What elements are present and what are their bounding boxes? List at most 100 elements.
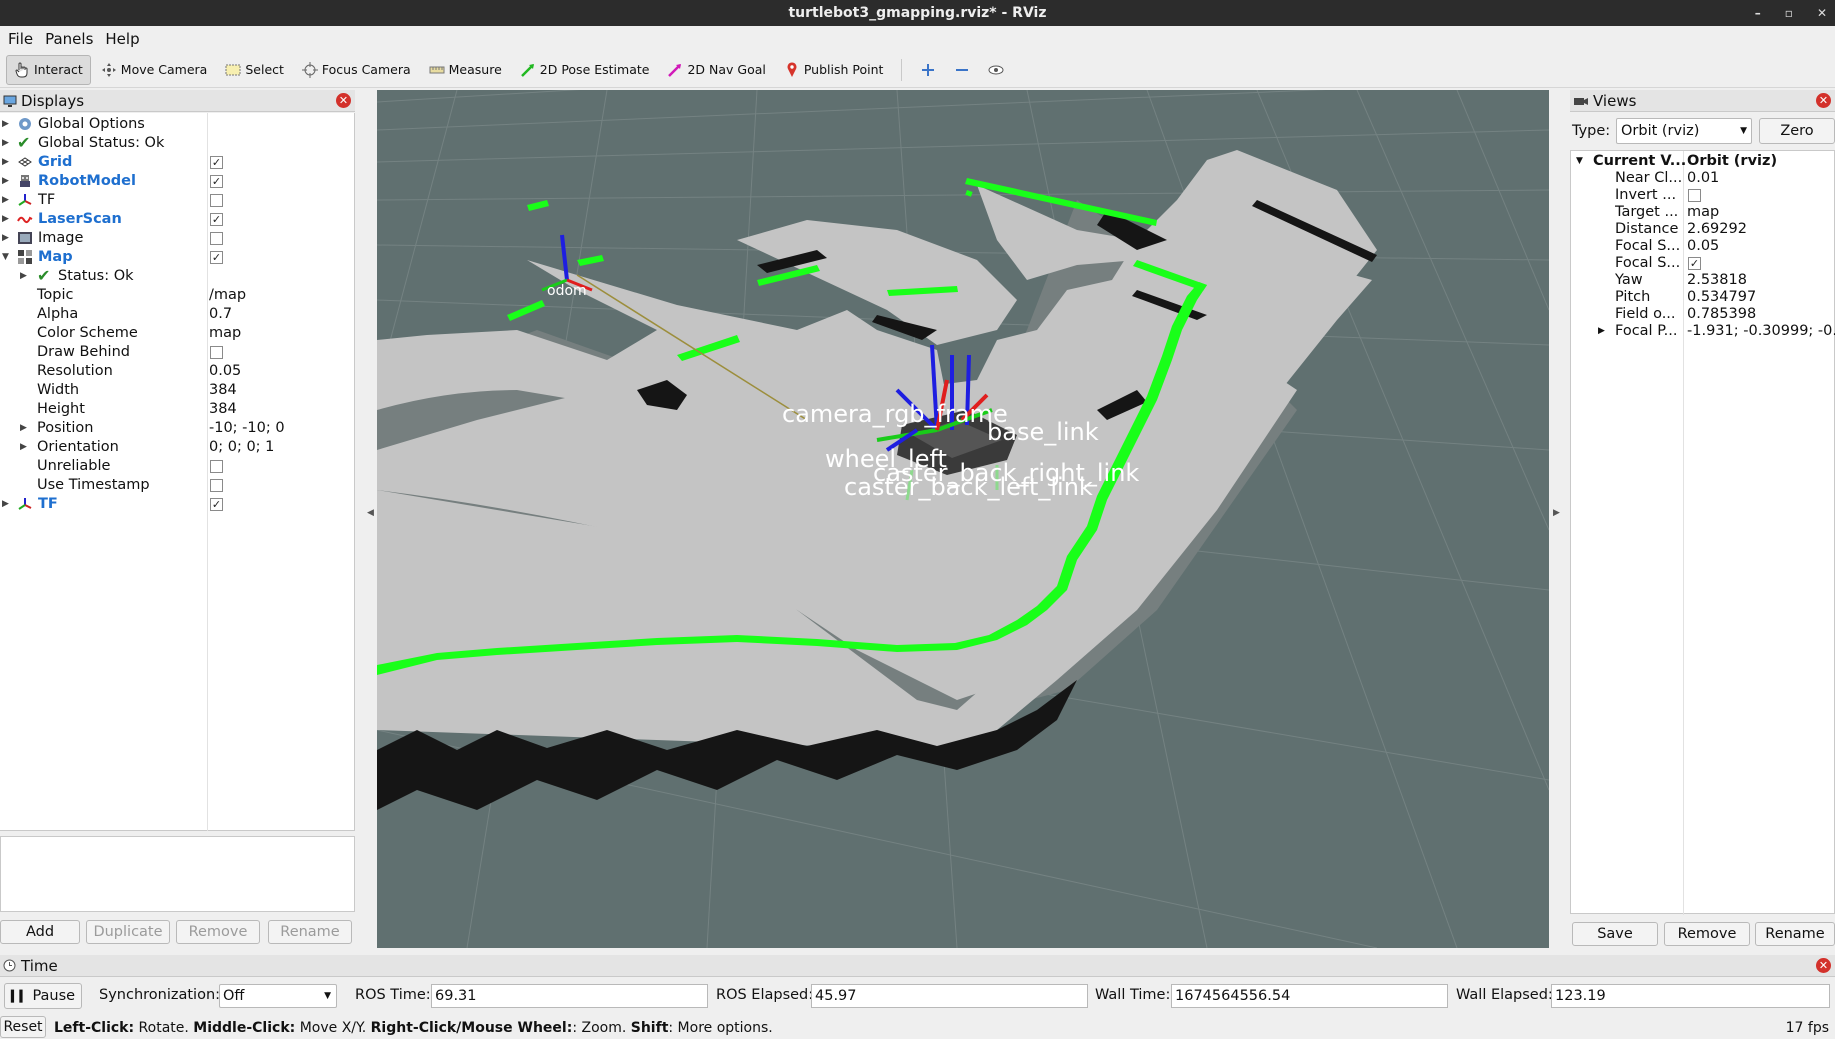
expand-arrow-icon[interactable]: ▶ <box>2 495 9 514</box>
move-camera-tool-button[interactable]: Move Camera <box>93 55 216 85</box>
minimize-icon[interactable]: – <box>1755 0 1761 26</box>
close-displays-icon[interactable]: ✕ <box>336 93 351 108</box>
close-window-icon[interactable]: ✕ <box>1817 0 1827 26</box>
property-value[interactable]: 0.05 <box>209 362 241 381</box>
expand-arrow-icon[interactable]: ▶ <box>2 191 9 210</box>
remove-view-button[interactable]: Remove <box>1664 922 1750 946</box>
view-type-select[interactable]: Orbit (rviz) ▼ <box>1616 118 1752 144</box>
map-row-alpha[interactable]: Alpha 0.7 <box>0 305 355 324</box>
display-row-global-status[interactable]: ▶ ✔ Global Status: Ok <box>0 134 355 153</box>
select-tool-button[interactable]: Select <box>217 55 292 85</box>
sync-select[interactable]: Off ▼ <box>219 984 337 1008</box>
tool-properties-button[interactable] <box>980 55 1012 85</box>
scene-canvas[interactable]: odom camera_rgb_frame base_link wheel_le… <box>376 29 1550 949</box>
collapse-left-icon[interactable]: ◀ <box>367 508 374 518</box>
left-splitter[interactable]: ◀ <box>357 90 377 948</box>
view-row-focal-shape-fixed[interactable]: Focal S... ✓ <box>1571 255 1835 272</box>
close-views-icon[interactable]: ✕ <box>1816 93 1831 108</box>
display-row-map[interactable]: ▼ Map ✓ <box>0 248 355 267</box>
duplicate-display-button[interactable]: Duplicate <box>86 920 170 944</box>
ros-time-field[interactable]: 69.31 <box>431 984 708 1008</box>
enable-checkbox[interactable]: ✓ <box>210 213 223 226</box>
map-row-resolution[interactable]: Resolution 0.05 <box>0 362 355 381</box>
property-value[interactable]: 384 <box>209 400 237 419</box>
zero-view-button[interactable]: Zero <box>1759 118 1835 144</box>
property-value[interactable]: 0.7 <box>209 305 232 324</box>
view-row-near-clip[interactable]: Near Cl... 0.01 <box>1571 170 1835 187</box>
enable-checkbox[interactable]: ✓ <box>210 498 223 511</box>
pause-button[interactable]: ▍▍ Pause <box>4 983 82 1009</box>
enable-checkbox[interactable]: ✓ <box>210 251 223 264</box>
pose-estimate-tool-button[interactable]: 2D Pose Estimate <box>512 55 658 85</box>
menu-panels[interactable]: Panels <box>39 30 99 48</box>
remove-tool-button[interactable] <box>946 55 978 85</box>
add-display-button[interactable]: Add <box>0 920 80 944</box>
map-row-width[interactable]: Width 384 <box>0 381 355 400</box>
expand-arrow-icon[interactable]: ▶ <box>2 229 9 248</box>
enable-checkbox[interactable]: ✓ <box>210 156 223 169</box>
collapse-arrow-icon[interactable]: ▼ <box>1576 153 1583 170</box>
focus-camera-tool-button[interactable]: Focus Camera <box>294 55 419 85</box>
map-row-color-scheme[interactable]: Color Scheme map <box>0 324 355 343</box>
property-value[interactable]: -1.931; -0.30999; -0.... <box>1687 323 1835 340</box>
view-row-yaw[interactable]: Yaw 2.53818 <box>1571 272 1835 289</box>
expand-arrow-icon[interactable]: ▶ <box>20 438 27 457</box>
add-tool-button[interactable] <box>912 55 944 85</box>
right-splitter[interactable]: ▶ <box>1549 90 1569 948</box>
display-row-global-options[interactable]: ▶ Global Options <box>0 115 355 134</box>
property-value[interactable]: 2.53818 <box>1687 272 1835 289</box>
property-checkbox[interactable] <box>210 346 223 359</box>
property-checkbox[interactable] <box>1688 189 1701 202</box>
expand-arrow-icon[interactable]: ▶ <box>2 172 9 191</box>
view-row-distance[interactable]: Distance 2.69292 <box>1571 221 1835 238</box>
enable-checkbox[interactable] <box>210 232 223 245</box>
enable-checkbox[interactable]: ✓ <box>210 175 223 188</box>
wall-elapsed-field[interactable]: 123.19 <box>1551 984 1830 1008</box>
ros-elapsed-field[interactable]: 45.97 <box>811 984 1088 1008</box>
interact-tool-button[interactable]: Interact <box>6 54 91 85</box>
collapse-right-icon[interactable]: ▶ <box>1553 508 1560 518</box>
reset-button[interactable]: Reset <box>0 1016 46 1038</box>
map-row-use-timestamp[interactable]: Use Timestamp <box>0 476 355 495</box>
property-checkbox[interactable] <box>210 460 223 473</box>
property-value[interactable]: 2.69292 <box>1687 221 1835 238</box>
map-row-position[interactable]: ▶ Position -10; -10; 0 <box>0 419 355 438</box>
view-row-invert[interactable]: Invert ... <box>1571 187 1835 204</box>
maximize-icon[interactable]: ▫ <box>1785 0 1793 26</box>
expand-arrow-icon[interactable]: ▶ <box>2 210 9 229</box>
save-view-button[interactable]: Save <box>1572 922 1658 946</box>
property-value[interactable]: 0; 0; 0; 1 <box>209 438 274 457</box>
property-value[interactable]: 384 <box>209 381 237 400</box>
property-value[interactable]: 0.01 <box>1687 170 1835 187</box>
view-row-focal-point[interactable]: ▶ Focal P... -1.931; -0.30999; -0.... <box>1571 323 1835 340</box>
expand-arrow-icon[interactable]: ▶ <box>1598 323 1605 340</box>
map-row-topic[interactable]: Topic /map <box>0 286 355 305</box>
property-checkbox[interactable] <box>210 479 223 492</box>
display-row-laserscan[interactable]: ▶ LaserScan ✓ <box>0 210 355 229</box>
menu-file[interactable]: File <box>2 30 39 48</box>
property-checkbox[interactable]: ✓ <box>1688 257 1701 270</box>
view-row-pitch[interactable]: Pitch 0.534797 <box>1571 289 1835 306</box>
rename-display-button[interactable]: Rename <box>268 920 352 944</box>
nav-goal-tool-button[interactable]: 2D Nav Goal <box>659 55 773 85</box>
map-row-draw-behind[interactable]: Draw Behind <box>0 343 355 362</box>
display-row-tf-2[interactable]: ▶ TF ✓ <box>0 495 355 514</box>
enable-checkbox[interactable] <box>210 194 223 207</box>
expand-arrow-icon[interactable]: ▶ <box>2 134 9 153</box>
display-row-robotmodel[interactable]: ▶ RobotModel ✓ <box>0 172 355 191</box>
measure-tool-button[interactable]: Measure <box>421 55 510 85</box>
display-row-tf[interactable]: ▶ TF <box>0 191 355 210</box>
close-time-icon[interactable]: ✕ <box>1816 958 1831 973</box>
property-value[interactable]: 0.534797 <box>1687 289 1835 306</box>
map-row-status[interactable]: ▶ ✔ Status: Ok <box>0 267 355 286</box>
display-row-grid[interactable]: ▶ Grid ✓ <box>0 153 355 172</box>
menu-help[interactable]: Help <box>99 30 145 48</box>
view-row-field-of-view[interactable]: Field o... 0.785398 <box>1571 306 1835 323</box>
remove-display-button[interactable]: Remove <box>176 920 260 944</box>
expand-arrow-icon[interactable]: ▶ <box>2 153 9 172</box>
property-value[interactable]: map <box>209 324 241 343</box>
property-value[interactable]: map <box>1687 204 1835 221</box>
collapse-arrow-icon[interactable]: ▼ <box>2 248 9 267</box>
map-row-height[interactable]: Height 384 <box>0 400 355 419</box>
map-row-orientation[interactable]: ▶ Orientation 0; 0; 0; 1 <box>0 438 355 457</box>
